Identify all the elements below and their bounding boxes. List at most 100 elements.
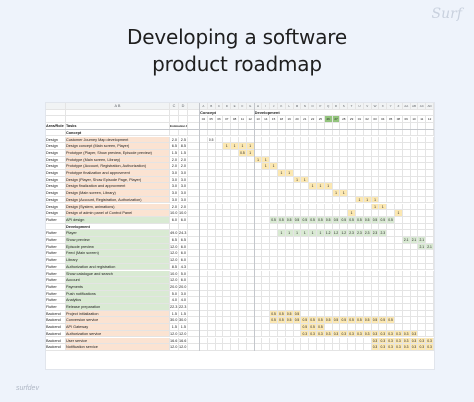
gantt-cell[interactable] — [363, 270, 372, 278]
gantt-cell[interactable] — [215, 263, 224, 271]
gantt-cell[interactable] — [200, 216, 208, 224]
gantt-cell[interactable] — [340, 176, 349, 184]
column-letter[interactable]: D — [223, 103, 232, 110]
column-letter[interactable]: X — [379, 103, 388, 110]
gantt-cell[interactable] — [278, 163, 286, 170]
gantt-cell[interactable] — [254, 297, 263, 304]
gantt-cell[interactable] — [215, 304, 224, 311]
gantt-cell[interactable] — [254, 129, 263, 137]
gantt-cell[interactable] — [309, 250, 317, 258]
gantt-cell[interactable] — [223, 196, 232, 204]
gantt-cell[interactable] — [270, 243, 278, 251]
gantt-cell[interactable] — [371, 210, 380, 217]
gantt-cell[interactable] — [317, 257, 325, 264]
gantt-cell[interactable] — [215, 237, 224, 244]
gantt-cell[interactable] — [215, 143, 224, 150]
column-letter[interactable]: P — [317, 103, 325, 110]
gantt-cell[interactable] — [324, 297, 333, 304]
area-cell[interactable]: Design — [46, 210, 66, 217]
gantt-cell[interactable] — [239, 330, 247, 338]
gantt-cell[interactable] — [207, 310, 216, 318]
gantt-cell[interactable] — [215, 216, 224, 224]
gantt-cell[interactable] — [395, 203, 403, 211]
area-cell[interactable]: Flutter — [46, 290, 66, 298]
date-cell[interactable]: 25 — [317, 116, 325, 124]
blank-cell[interactable] — [66, 116, 170, 124]
column-letter[interactable]: R — [332, 103, 341, 110]
gantt-cell[interactable] — [410, 196, 419, 204]
gantt-bar-cell[interactable]: 1 — [278, 230, 286, 237]
gantt-bar-cell[interactable]: 0.5 — [309, 324, 317, 331]
gantt-cell[interactable] — [402, 216, 411, 224]
gantt-bar-cell[interactable]: 0.3 — [309, 330, 317, 338]
gantt-cell[interactable] — [293, 263, 302, 271]
gantt-bar-cell[interactable]: 0.5 — [285, 310, 294, 318]
gantt-cell[interactable] — [324, 324, 333, 331]
gantt-cell[interactable] — [270, 344, 278, 351]
gantt-cell[interactable] — [363, 283, 372, 291]
estimate-cell[interactable]: 30.0 — [170, 317, 179, 325]
gantt-cell[interactable] — [332, 297, 341, 304]
gantt-cell[interactable] — [309, 190, 317, 197]
spreadsheet[interactable]: A B C D A B C D E F G H I J K L M N O P Q R S T U V W X Y Z AA AB AC AD C… — [46, 103, 434, 369]
gantt-bar-cell[interactable]: 0.5 — [317, 324, 325, 331]
plan-cell[interactable]: 8.5 — [179, 143, 188, 150]
gantt-cell[interactable] — [293, 210, 302, 217]
gantt-cell[interactable] — [239, 290, 247, 298]
gantt-cell[interactable] — [200, 149, 208, 157]
gantt-cell[interactable] — [223, 149, 232, 157]
area-cell[interactable]: Flutter — [46, 277, 66, 284]
task-cell[interactable]: Show preview — [66, 237, 170, 244]
gantt-cell[interactable] — [200, 143, 208, 150]
gantt-cell[interactable] — [278, 149, 286, 157]
gantt-cell[interactable] — [301, 310, 310, 318]
gantt-cell[interactable] — [278, 203, 286, 211]
area-cell[interactable]: Flutter — [46, 243, 66, 251]
gantt-cell[interactable] — [402, 223, 411, 231]
gantt-cell[interactable] — [285, 344, 294, 351]
gantt-cell[interactable] — [418, 304, 427, 311]
gantt-cell[interactable] — [223, 163, 232, 170]
area-cell[interactable]: Design — [46, 143, 66, 150]
estimate-cell[interactable]: 12.0 — [170, 250, 179, 258]
gantt-bar-cell[interactable]: 0.3 — [340, 330, 349, 338]
gantt-cell[interactable] — [379, 176, 388, 184]
gantt-cell[interactable] — [285, 250, 294, 258]
gantt-cell[interactable] — [356, 337, 364, 345]
date-cell[interactable]: 04 — [200, 116, 208, 124]
gantt-cell[interactable] — [332, 344, 341, 351]
gantt-cell[interactable] — [371, 297, 380, 304]
gantt-cell[interactable] — [387, 324, 395, 331]
gantt-cell[interactable] — [239, 129, 247, 137]
gantt-cell[interactable] — [356, 190, 364, 197]
column-letter[interactable]: U — [356, 103, 364, 110]
gantt-cell[interactable] — [270, 304, 278, 311]
blank-cell[interactable] — [46, 129, 66, 137]
blank-cell[interactable] — [179, 116, 188, 124]
gantt-cell[interactable] — [363, 149, 372, 157]
gantt-cell[interactable] — [239, 277, 247, 284]
estimate-cell[interactable]: 12.0 — [170, 330, 179, 338]
gantt-cell[interactable] — [301, 129, 310, 137]
gantt-cell[interactable] — [332, 183, 341, 191]
gantt-cell[interactable] — [395, 170, 403, 177]
gantt-cell[interactable] — [285, 190, 294, 197]
estimate-cell[interactable]: 12.0 — [170, 277, 179, 284]
gantt-cell[interactable] — [207, 223, 216, 231]
gantt-cell[interactable] — [293, 196, 302, 204]
gantt-cell[interactable] — [426, 297, 434, 304]
date-cell[interactable]: 10 — [410, 116, 419, 124]
gantt-cell[interactable] — [410, 250, 419, 258]
gantt-cell[interactable] — [402, 304, 411, 311]
gantt-cell[interactable] — [332, 263, 341, 271]
gantt-cell[interactable] — [254, 337, 263, 345]
estimate-cell[interactable]: 8.5 — [170, 263, 179, 271]
column-letter[interactable]: V — [363, 103, 372, 110]
gantt-cell[interactable] — [426, 237, 434, 244]
gantt-cell[interactable] — [426, 196, 434, 204]
gantt-cell[interactable] — [363, 136, 372, 144]
gantt-cell[interactable] — [223, 176, 232, 184]
gantt-cell[interactable] — [426, 203, 434, 211]
gantt-cell[interactable] — [270, 290, 278, 298]
estimate-cell[interactable]: 6.0 — [170, 216, 179, 224]
